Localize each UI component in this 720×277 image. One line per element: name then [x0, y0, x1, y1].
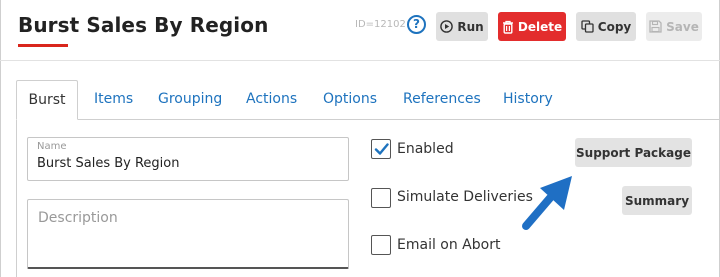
tab-grouping[interactable]: Grouping	[158, 91, 222, 107]
simulate-deliveries-checkbox[interactable]	[371, 188, 391, 208]
support-package-button[interactable]: Support Package	[575, 138, 692, 167]
enabled-label: Enabled	[397, 141, 454, 157]
save-button[interactable]: Save	[646, 12, 702, 41]
email-on-abort-checkbox[interactable]	[371, 235, 391, 255]
enabled-checkbox[interactable]	[371, 139, 391, 159]
name-field-label: Name	[37, 141, 67, 152]
tab-history[interactable]: History	[503, 91, 553, 107]
tab-references[interactable]: References	[403, 91, 481, 107]
save-label: Save	[666, 19, 699, 34]
run-button[interactable]: Run	[436, 12, 488, 41]
name-field-value[interactable]: Burst Sales By Region	[37, 156, 180, 171]
play-circle-icon	[440, 20, 454, 33]
email-on-abort-label: Email on Abort	[397, 237, 501, 253]
tab-options[interactable]: Options	[323, 91, 377, 107]
title-underline	[18, 44, 68, 47]
help-icon[interactable]: ?	[407, 15, 426, 34]
delete-label: Delete	[517, 19, 563, 34]
run-label: Run	[457, 19, 484, 34]
page-title: Burst Sales By Region	[18, 13, 269, 37]
tab-items[interactable]: Items	[94, 91, 133, 107]
summary-button[interactable]: Summary	[622, 186, 692, 215]
trash-icon	[502, 20, 514, 34]
description-placeholder: Description	[38, 210, 118, 226]
tabs-bottom-border	[16, 119, 720, 120]
description-field[interactable]: Description	[27, 199, 349, 269]
arrow-icon	[518, 172, 578, 238]
floppy-disk-icon	[649, 20, 662, 33]
copy-icon	[581, 20, 594, 33]
simulate-deliveries-label: Simulate Deliveries	[397, 189, 533, 205]
help-glyph: ?	[413, 17, 420, 31]
copy-button[interactable]: Copy	[576, 12, 636, 41]
tab-actions[interactable]: Actions	[246, 91, 297, 107]
delete-button[interactable]: Delete	[498, 12, 566, 41]
header-divider	[0, 60, 720, 61]
record-id-label: ID=12102	[355, 19, 406, 30]
name-field[interactable]: Name Burst Sales By Region	[27, 137, 349, 181]
tab-burst[interactable]: Burst	[16, 80, 78, 120]
panel-left-border	[16, 119, 17, 277]
copy-label: Copy	[597, 19, 632, 34]
